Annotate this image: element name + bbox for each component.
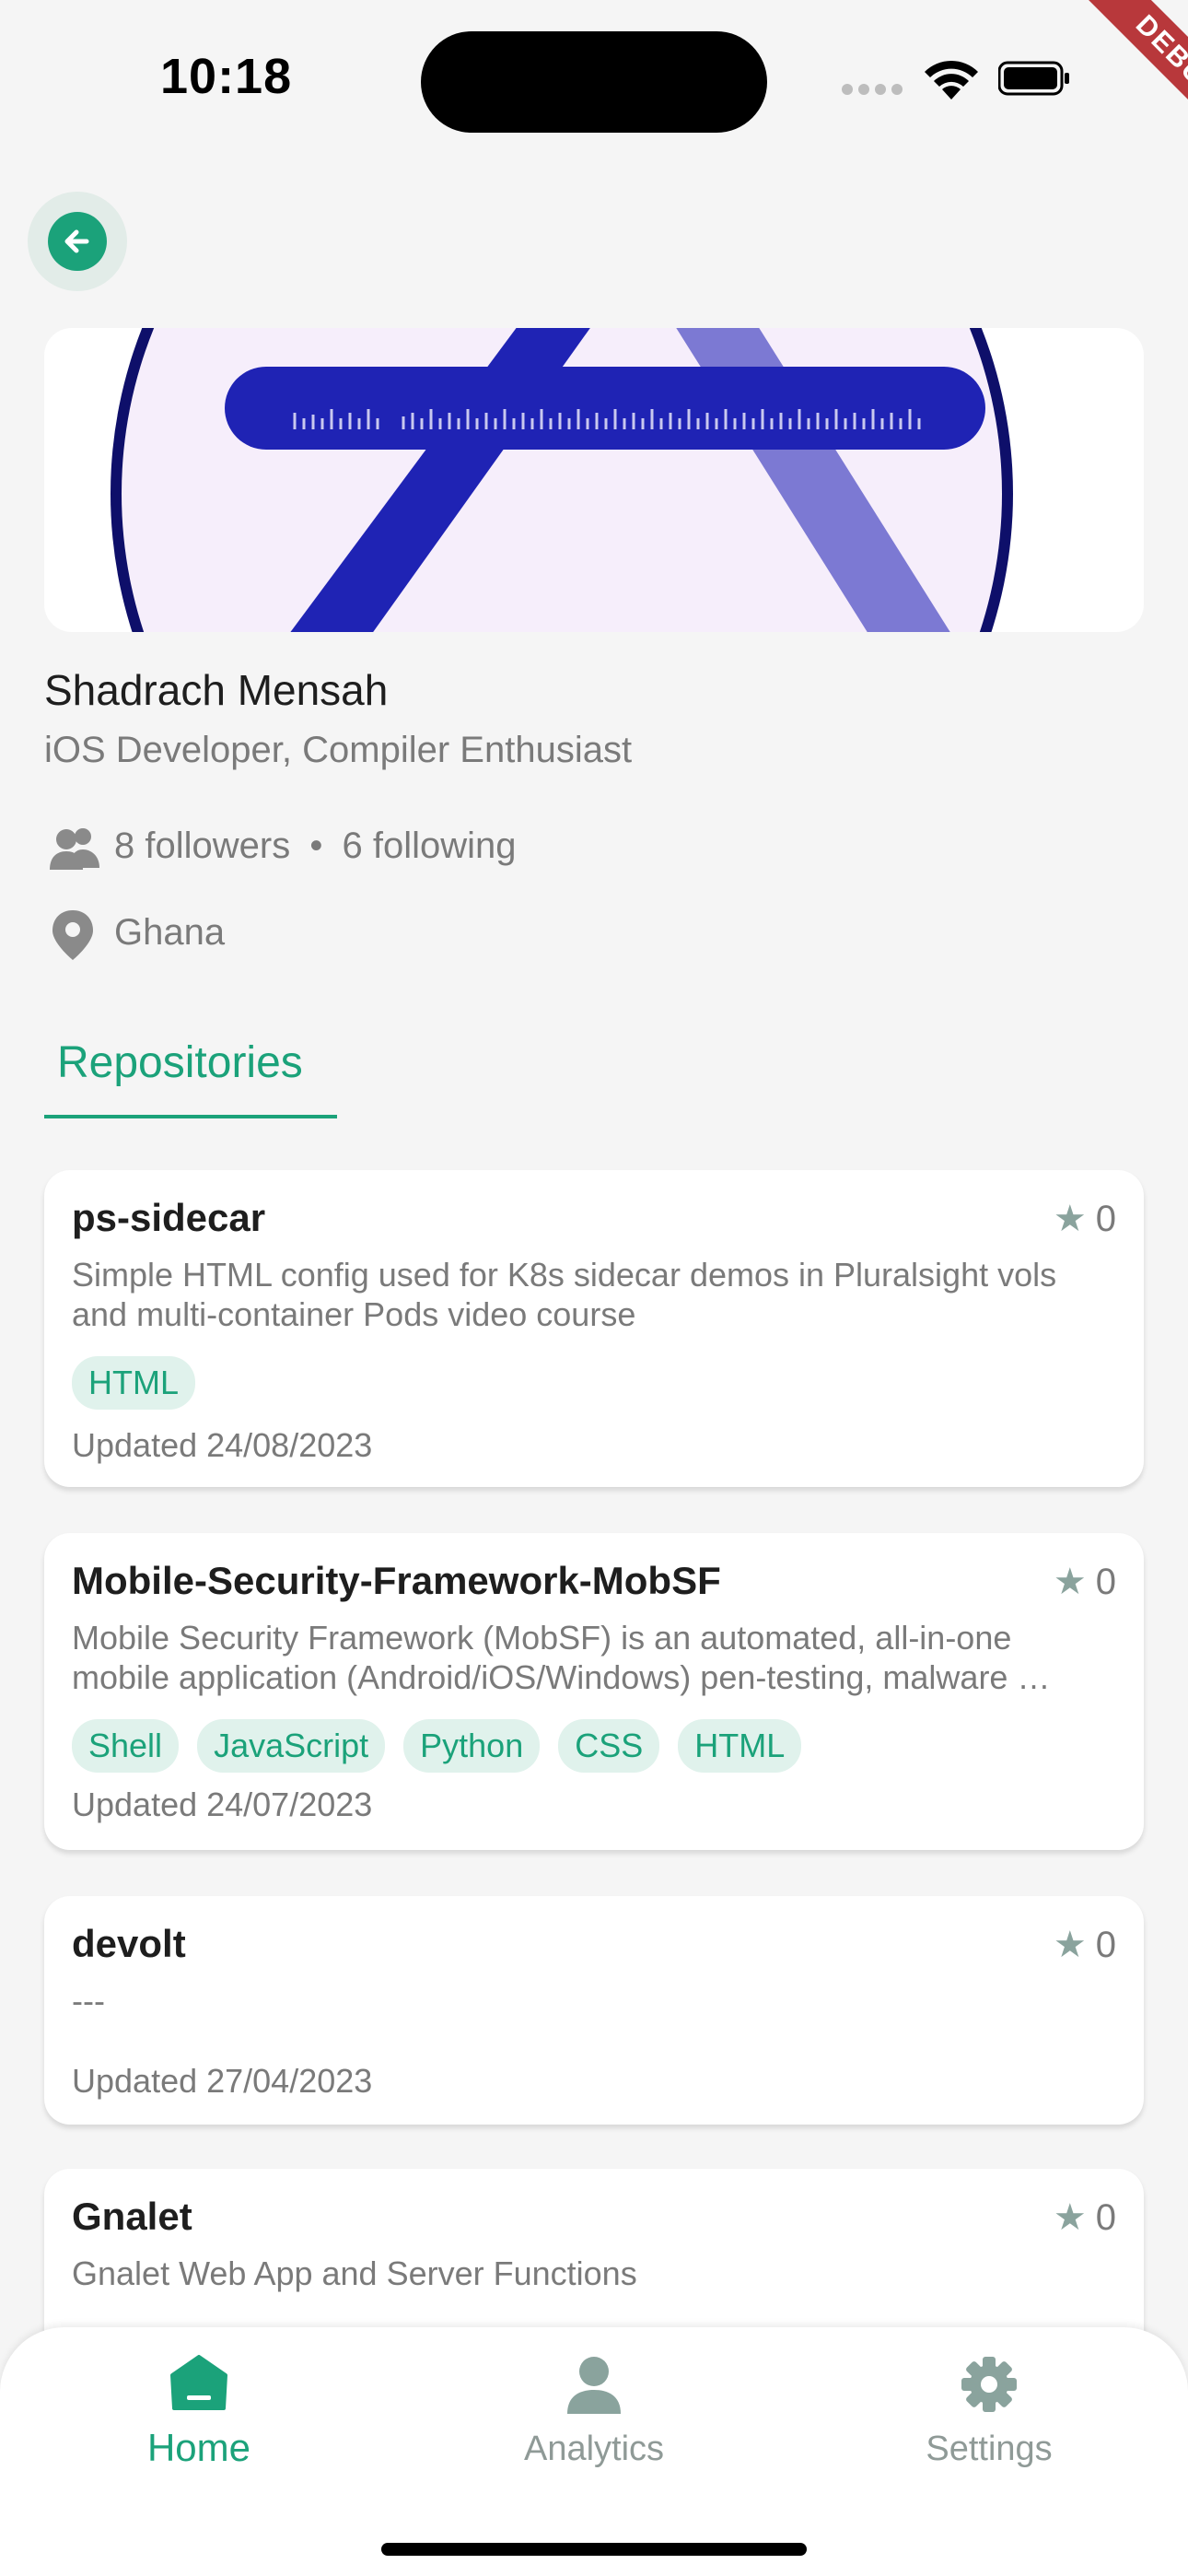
nav-analytics[interactable]: Analytics <box>456 2355 732 2469</box>
nav-label: Settings <box>926 2430 1053 2468</box>
signal-icon <box>842 83 908 100</box>
status-time: 10:18 <box>160 49 293 104</box>
repo-name: ps-sidecar <box>72 1196 266 1239</box>
nav-home[interactable]: Home <box>61 2355 337 2470</box>
tab-label: Repositories <box>57 1038 303 1087</box>
language-tag: HTML <box>678 1719 802 1773</box>
language-tag: CSS <box>558 1719 660 1773</box>
repo-updated: Updated 24/08/2023 <box>72 1426 373 1464</box>
star-count: ★ 0 <box>1053 1562 1116 1602</box>
back-arrow-icon <box>48 212 107 271</box>
people-icon <box>50 828 99 870</box>
repo-name: Mobile-Security-Framework-MobSF <box>72 1559 721 1602</box>
star-icon: ★ <box>1053 1562 1087 1602</box>
profile-name: Shadrach Mensah <box>44 666 389 714</box>
language-tag: JavaScript <box>197 1719 386 1773</box>
back-button[interactable] <box>28 192 127 291</box>
person-icon <box>567 2357 621 2414</box>
repo-card[interactable]: devolt ★ 0 --- Updated 27/04/2023 <box>44 1896 1144 2125</box>
repo-updated: Updated 24/07/2023 <box>72 1786 373 1823</box>
dynamic-island <box>421 31 767 133</box>
language-tag: Python <box>403 1719 541 1773</box>
repo-name: Gnalet <box>72 2195 192 2238</box>
repo-description: --- <box>72 1982 105 2020</box>
language-tag: HTML <box>72 1356 195 1410</box>
location-pin-icon <box>52 910 93 960</box>
followers-count[interactable]: 8 followers <box>114 825 290 866</box>
repo-description: Gnalet Web App and Server Functions <box>72 2254 637 2292</box>
star-icon: ★ <box>1053 2197 1087 2238</box>
home-icon <box>170 2355 227 2410</box>
language-tags: HTML <box>72 1356 214 1410</box>
location-text: Ghana <box>114 912 226 953</box>
tab-repositories[interactable]: Repositories <box>44 1032 337 1118</box>
separator-dot: • <box>309 825 323 866</box>
language-tag: Shell <box>72 1719 180 1773</box>
profile-banner-image <box>44 328 1144 632</box>
language-tags: Shell JavaScript Python CSS HTML <box>72 1719 820 1773</box>
star-icon: ★ <box>1053 1199 1087 1239</box>
repo-card[interactable]: Mobile-Security-Framework-MobSF ★ 0 Mobil… <box>44 1533 1144 1850</box>
nav-label: Analytics <box>523 2430 665 2468</box>
star-count: ★ 0 <box>1053 1925 1116 1965</box>
debug-ribbon: DEBUG <box>1078 0 1188 159</box>
follow-stats: 8 followers • 6 following <box>114 825 516 867</box>
repo-name: devolt <box>72 1922 186 1965</box>
wifi-icon <box>925 60 978 100</box>
nav-label: Home <box>146 2426 251 2469</box>
gear-icon <box>961 2357 1017 2412</box>
star-count: ★ 0 <box>1053 1199 1116 1239</box>
nav-settings[interactable]: Settings <box>851 2355 1127 2469</box>
star-count: ★ 0 <box>1053 2197 1116 2238</box>
home-indicator <box>381 2543 807 2556</box>
repo-updated: Updated 27/04/2023 <box>72 2062 373 2100</box>
profile-bio: iOS Developer, Compiler Enthusiast <box>44 730 633 770</box>
star-icon: ★ <box>1053 1925 1087 1965</box>
repo-description: Simple HTML config used for K8s sidecar … <box>72 1256 1057 1333</box>
following-count[interactable]: 6 following <box>342 825 516 866</box>
repo-description: Mobile Security Framework (MobSF) is an … <box>72 1619 1051 1696</box>
battery-icon <box>998 61 1069 96</box>
bottom-navigation: Home Analytics Settings <box>0 2327 1188 2576</box>
repo-card[interactable]: ps-sidecar ★ 0 Simple HTML config used fo… <box>44 1170 1144 1487</box>
